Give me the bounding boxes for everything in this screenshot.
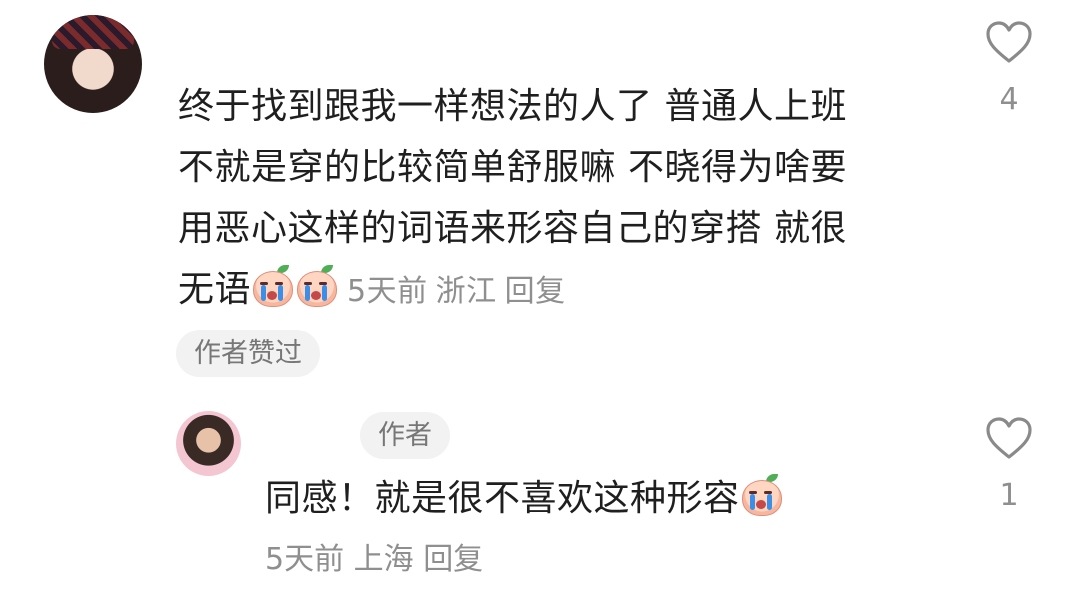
reply-text: 同感！就是很不喜欢这种形容 xyxy=(265,478,740,519)
comment-line-4-text: 无语 xyxy=(178,269,252,310)
comment-line-2: 不就是穿的比较简单舒服嘛 不晓得为啥要 xyxy=(178,147,847,188)
reply-location: 上海 xyxy=(353,542,414,577)
comment-location: 浙江 xyxy=(435,274,497,309)
author-avatar[interactable] xyxy=(176,411,241,476)
author-liked-badge: 作者赞过 xyxy=(176,330,320,377)
author-badge: 作者 xyxy=(360,412,450,459)
comment-reply-button[interactable]: 回复 xyxy=(505,274,566,309)
reply-body: 同感！就是很不喜欢这种形容 xyxy=(265,471,784,527)
comment-body: 终于找到跟我一样想法的人了 普通人上班 不就是穿的比较简单舒服嘛 不晓得为啥要 … xyxy=(178,76,938,322)
comment-line-1: 终于找到跟我一样想法的人了 普通人上班 xyxy=(178,86,847,127)
comment-like-count: 4 xyxy=(999,82,1019,117)
crying-emoji-icon xyxy=(740,474,782,516)
reply-reply-button[interactable]: 回复 xyxy=(423,542,483,577)
reply-time: 5天前 xyxy=(265,542,345,577)
commenter-avatar[interactable] xyxy=(44,15,142,113)
crying-emoji-icon xyxy=(295,265,338,307)
like-heart-icon[interactable] xyxy=(985,416,1033,460)
reply-meta: 5天前 上海 回复 xyxy=(265,538,483,582)
crying-emoji-icon xyxy=(251,265,294,307)
comment-line-3: 用恶心这样的词语来形容自己的穿搭 就很 xyxy=(178,208,847,249)
comment-line-4: 无语 5天前 浙江 回复 xyxy=(178,259,938,322)
comment-time: 5天前 xyxy=(347,274,428,309)
reply-like-count: 1 xyxy=(999,478,1019,513)
like-heart-icon[interactable] xyxy=(985,20,1033,64)
